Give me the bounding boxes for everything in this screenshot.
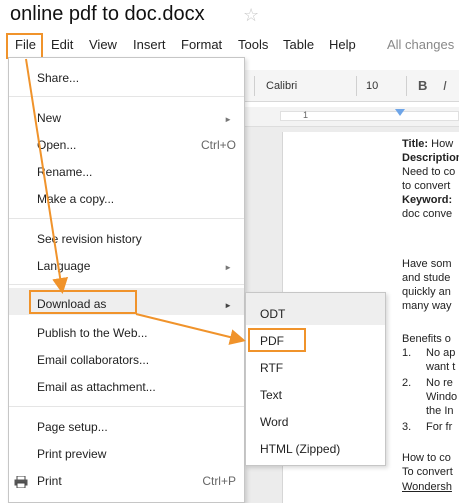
menu-separator [9,284,244,285]
menu-insert[interactable]: Insert [133,37,166,52]
doc-text-line: To convert [402,466,453,478]
menu-edit[interactable]: Edit [51,37,73,52]
doc-title-value: How [428,138,454,150]
toolbar-divider [356,76,357,96]
menu-item-publish-web[interactable]: Publish to the Web... [37,326,148,340]
download-pdf[interactable]: PDF [260,334,284,348]
menu-item-rename[interactable]: Rename... [37,165,92,179]
menu-item-language[interactable]: Language [37,259,90,273]
doc-keyword-label: Keyword: [402,194,453,206]
menu-item-page-setup[interactable]: Page setup... [37,420,108,434]
menu-item-share[interactable]: Share... [37,71,79,85]
doc-list-text: For fr [426,421,453,433]
doc-text-line: many way [402,300,452,312]
menu-separator [9,218,244,219]
doc-text-line: Wondersh [402,481,452,493]
indent-marker[interactable] [395,109,405,116]
menu-item-email-attachment[interactable]: Email as attachment... [37,380,156,394]
file-menu-dropdown: Share... New ► Open... Ctrl+O Rename... … [8,57,245,503]
doc-list-number: 1. [402,347,412,359]
doc-text-line: Benefits o [402,333,451,345]
font-family-select[interactable]: Calibri [266,80,297,92]
menu-item-print[interactable]: Print [37,474,62,488]
printer-icon [14,476,28,488]
formatting-toolbar: Calibri 10 B I [240,70,459,102]
download-rtf[interactable]: RTF [260,361,283,375]
bold-button[interactable]: B [418,78,427,93]
doc-text-line: and stude [402,272,451,284]
doc-list-text: the In [426,405,454,417]
menu-format[interactable]: Format [181,37,222,52]
doc-list-number: 2. [402,377,412,389]
menu-item-new[interactable]: New [37,111,61,125]
save-status: All changes [387,37,455,52]
doc-text-line: How to co [402,452,451,464]
download-as-highlight-box [29,290,137,314]
submenu-arrow-icon: ► [224,301,232,310]
download-word[interactable]: Word [260,415,288,429]
ruler-number: 1 [303,110,309,120]
menu-item-email-collaborators[interactable]: Email collaborators... [37,353,149,367]
shortcut-print: Ctrl+P [202,474,236,488]
toolbar-divider [406,76,407,96]
document-title[interactable]: online pdf to doc.docx [10,3,205,26]
doc-list-number: 3. [402,421,412,433]
submenu-arrow-icon: ► [224,263,232,272]
doc-text-line: to convert [402,180,451,192]
shortcut-open: Ctrl+O [200,138,236,152]
doc-list-text: No re [426,377,453,389]
doc-description-label: Description [402,152,459,164]
menu-table[interactable]: Table [283,37,314,52]
doc-text-line: Have som [402,258,452,270]
menu-tools[interactable]: Tools [238,37,268,52]
menu-separator [9,406,244,407]
download-text[interactable]: Text [260,388,282,402]
doc-text-line: doc conve [402,208,453,220]
font-size-select[interactable]: 10 [366,80,378,92]
doc-title-label: Title: [402,138,429,150]
doc-list-text: want t [426,361,456,373]
menu-help[interactable]: Help [329,37,356,52]
menu-item-revision-history[interactable]: See revision history [37,232,142,246]
submenu-arrow-icon: ► [224,115,232,124]
menu-bar: File Edit View Insert Format Tools Table… [0,33,459,59]
ruler[interactable]: 1 [240,107,459,127]
italic-button[interactable]: I [443,78,447,93]
download-odt[interactable]: ODT [260,307,285,321]
menu-item-open[interactable]: Open... [37,138,76,152]
star-icon[interactable]: ☆ [243,5,259,26]
menu-item-make-copy[interactable]: Make a copy... [37,192,114,206]
menu-view[interactable]: View [89,37,117,52]
doc-text-line: Need to co [402,166,456,178]
download-as-submenu: ODT PDF RTF Text Word HTML (Zipped) [245,292,386,466]
doc-list-text: No ap [426,347,456,359]
doc-list-text: Windo [426,391,458,403]
download-html-zipped[interactable]: HTML (Zipped) [260,442,340,456]
menu-item-print-preview[interactable]: Print preview [37,447,106,461]
menu-file[interactable]: File [6,33,43,59]
menu-separator [9,96,244,97]
doc-text-line: quickly an [402,286,451,298]
doc-title-line: Title: How [402,138,453,150]
toolbar-divider [254,76,255,96]
